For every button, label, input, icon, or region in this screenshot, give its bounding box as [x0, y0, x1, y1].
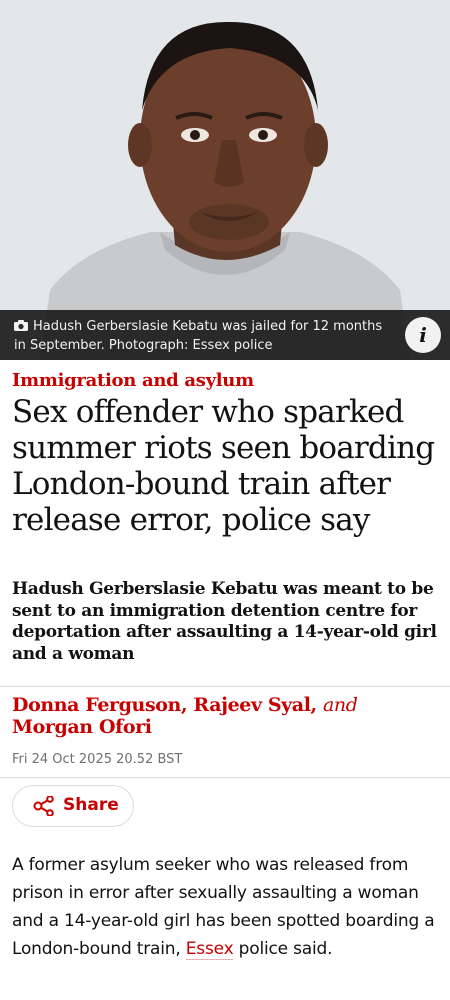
- byline-and: and: [322, 694, 358, 716]
- photo-caption-bar: Hadush Gerberslasie Kebatu was jailed fo…: [0, 310, 450, 360]
- body-text: police said.: [233, 939, 333, 959]
- caption-info-button[interactable]: i: [405, 317, 441, 353]
- camera-icon: [14, 320, 28, 331]
- author-link[interactable]: Rajeev Syal: [193, 694, 311, 716]
- author-link[interactable]: Morgan Ofori: [12, 716, 152, 738]
- divider: [0, 686, 450, 687]
- byline-separator: ,: [180, 694, 188, 716]
- photo-caption: Hadush Gerberslasie Kebatu was jailed fo…: [14, 317, 394, 355]
- share-button[interactable]: Share: [12, 785, 134, 827]
- article-headline: Sex offender who sparked summer riots se…: [12, 394, 435, 538]
- author-link[interactable]: Donna Ferguson: [12, 694, 181, 716]
- byline: Donna Ferguson, Rajeev Syal, and Morgan …: [12, 694, 432, 738]
- share-label: Share: [63, 795, 119, 815]
- share-icon: [33, 796, 54, 816]
- article-photo[interactable]: [0, 0, 450, 360]
- divider: [0, 777, 450, 778]
- article-standfirst: Hadush Gerberslasie Kebatu was meant to …: [12, 579, 437, 664]
- byline-separator: ,: [310, 694, 318, 716]
- publish-date: Fri 24 Oct 2025 20.52 BST: [12, 752, 183, 767]
- essex-link[interactable]: Essex: [185, 939, 234, 960]
- mugshot-image: [0, 0, 450, 360]
- section-kicker[interactable]: Immigration and asylum: [12, 370, 254, 391]
- article-body-paragraph: A former asylum seeker who was released …: [12, 851, 442, 963]
- photo-caption-text: Hadush Gerberslasie Kebatu was jailed fo…: [14, 319, 383, 353]
